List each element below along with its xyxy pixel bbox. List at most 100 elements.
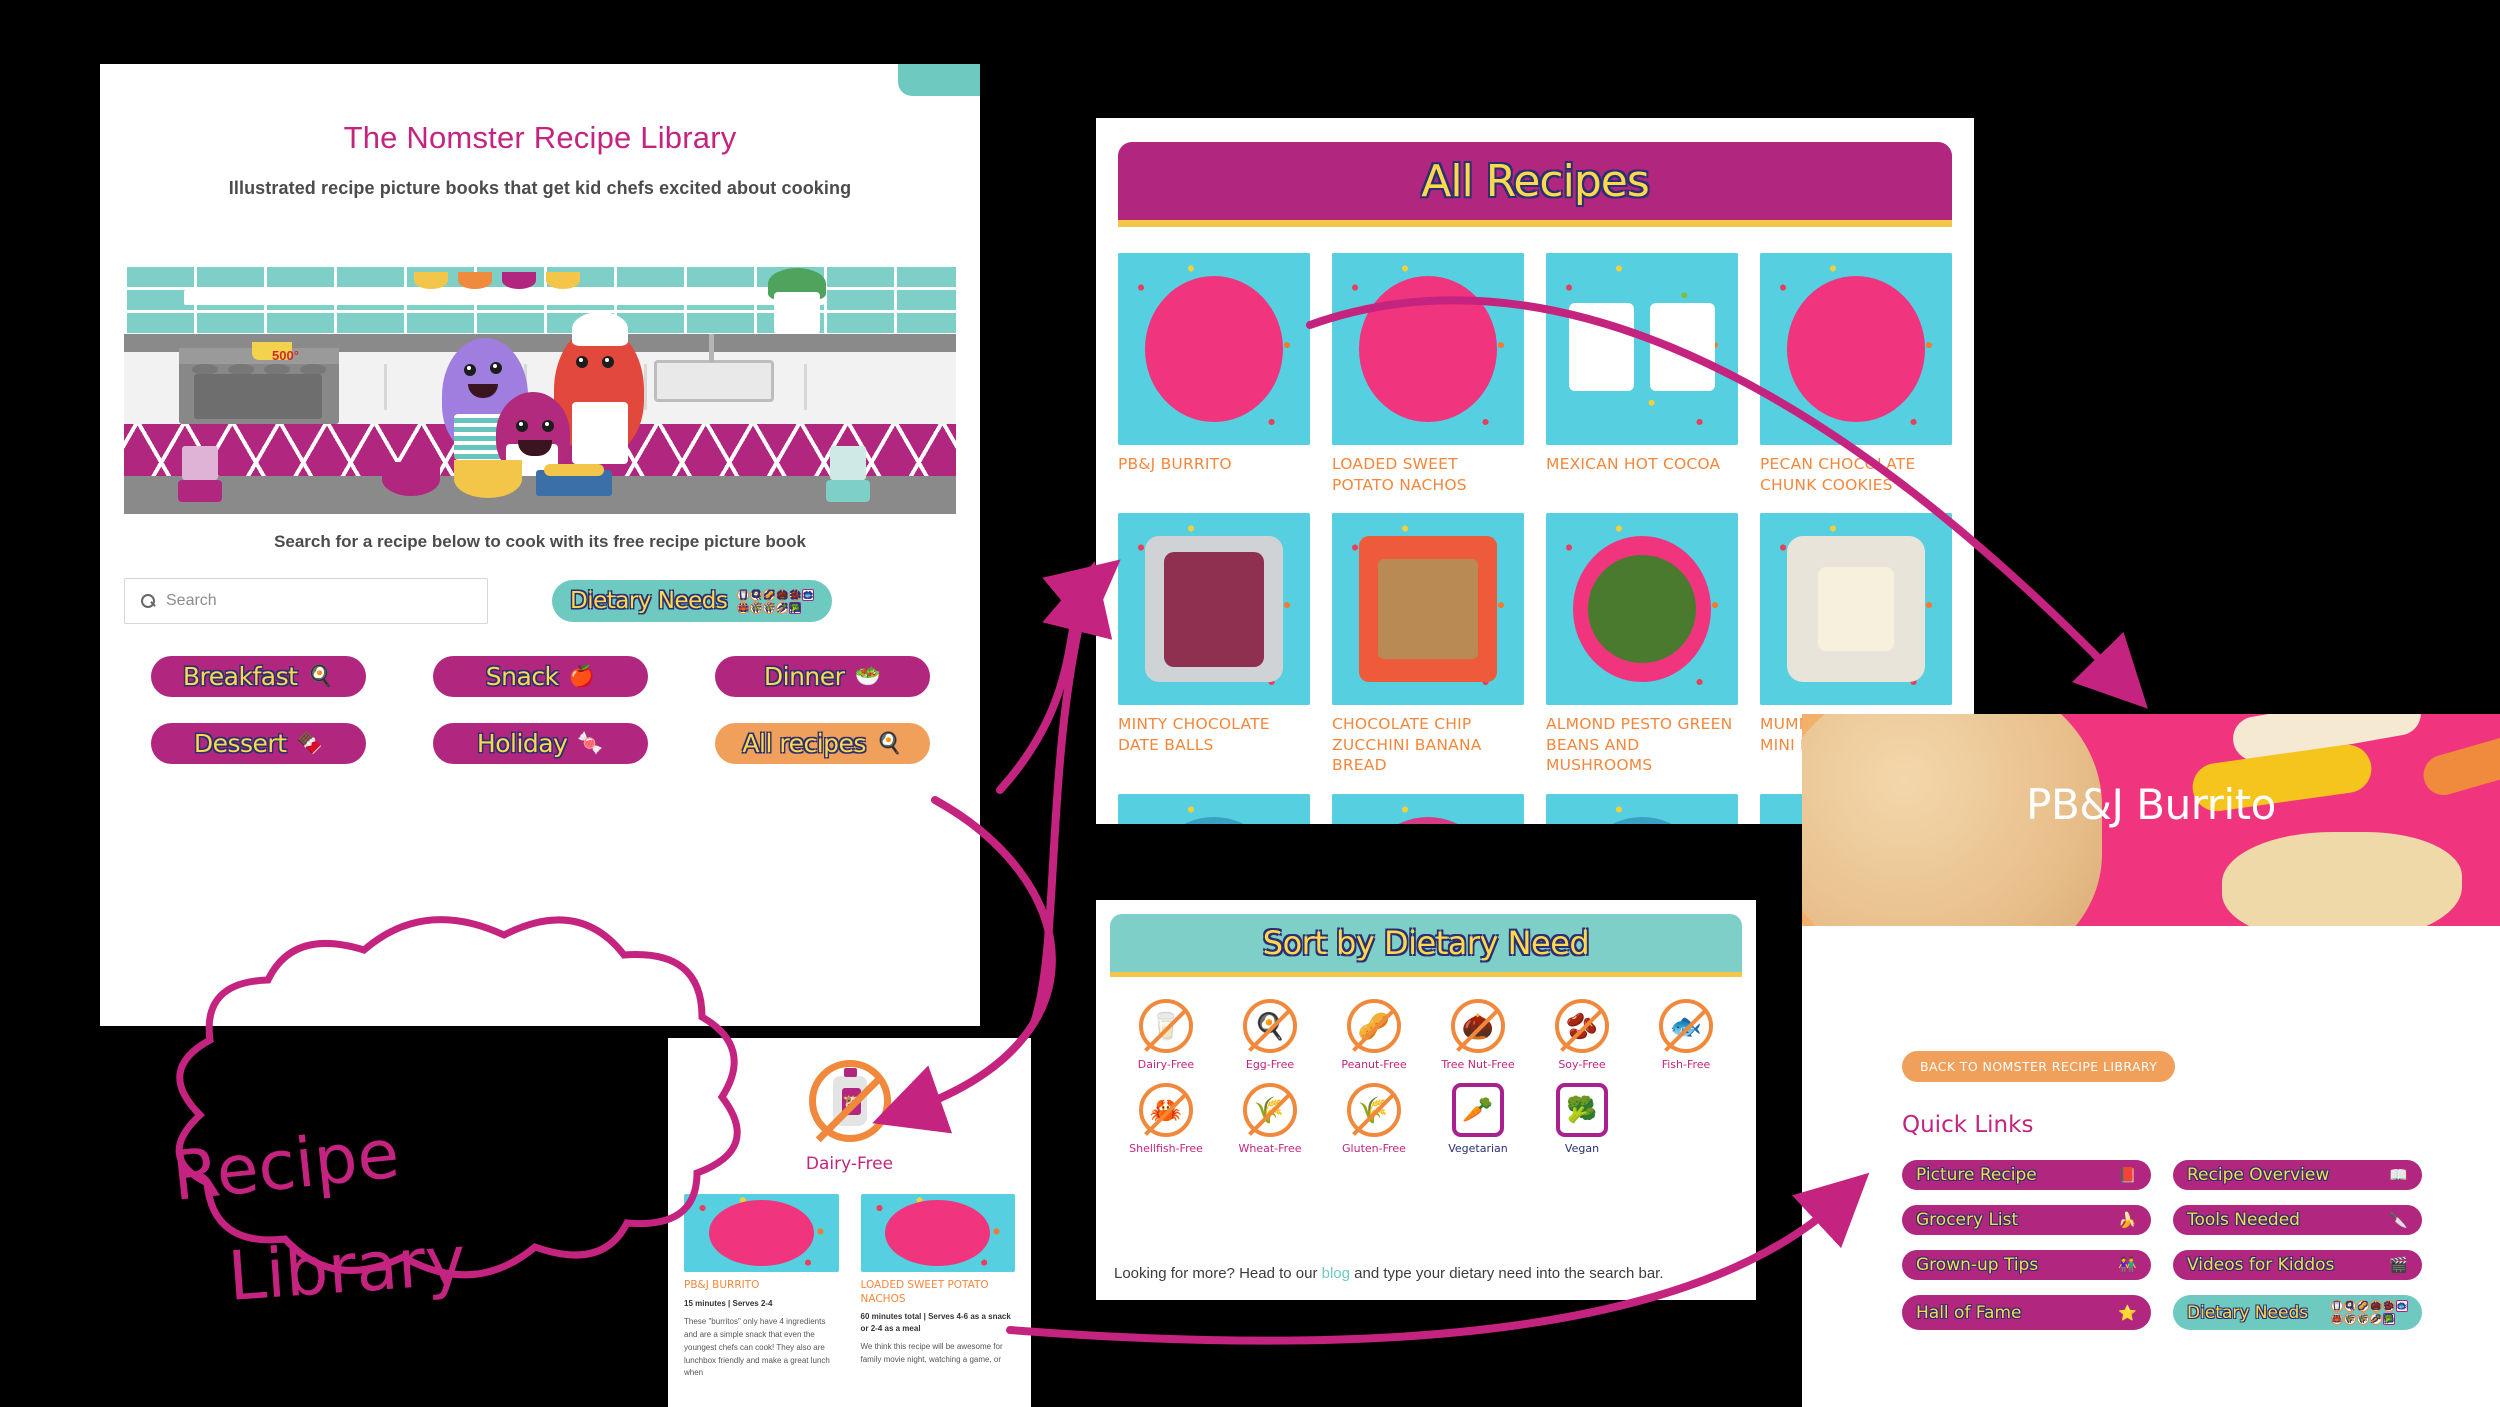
- quick-link-dietary-needs[interactable]: Dietary Needs 🥛 🍳 🥜 🌰 🫘 🐟 🦀 🌾 🌾 🥕 🥦: [2173, 1295, 2422, 1330]
- dietary-need-gluten-free[interactable]: 🌾 Gluten-Free: [1322, 1083, 1426, 1155]
- recipe-card[interactable]: [1546, 794, 1738, 824]
- category-label: Holiday: [476, 729, 568, 758]
- page-subtitle: Illustrated recipe picture books that ge…: [228, 178, 852, 198]
- quick-link-tools-needed[interactable]: Tools Needed 🔪: [2173, 1205, 2422, 1235]
- milk-jug-icon: 🐮: [832, 1068, 867, 1126]
- category-button-dessert[interactable]: Dessert 🍫: [150, 723, 366, 764]
- recipe-card[interactable]: LOADED SWEET POTATO NACHOS 60 minutes to…: [860, 1194, 1015, 1380]
- category-button-snack[interactable]: Snack 🍎: [432, 656, 648, 697]
- dietary-need-wheat-free[interactable]: 🌾 Wheat-Free: [1218, 1083, 1322, 1155]
- screenshot-root: The Nomster Recipe Library Illustrated r…: [0, 0, 2500, 1407]
- dietary-panel-footer: Looking for more? Head to our blog and t…: [1114, 1265, 1738, 1282]
- blog-link[interactable]: blog: [1322, 1265, 1350, 1282]
- quick-link-grocery-list[interactable]: Grocery List 🍌: [1902, 1205, 2151, 1235]
- recipe-meta: 60 minutes total | Serves 4-6 as a snack…: [860, 1312, 1011, 1333]
- dietary-need-label: Fish-Free: [1661, 1058, 1711, 1071]
- back-to-library-button[interactable]: BACK TO NOMSTER RECIPE LIBRARY: [1902, 1051, 2176, 1082]
- dietary-need-vegetarian[interactable]: 🥕 Vegetarian: [1426, 1083, 1530, 1155]
- recipe-card[interactable]: [1332, 794, 1524, 824]
- peanut-icon: 🥜: [1347, 999, 1401, 1053]
- category-label: Dinner: [763, 662, 845, 691]
- category-button-holiday[interactable]: Holiday 🍬: [432, 723, 648, 764]
- recipe-title: PB&J Burrito: [2026, 780, 2276, 829]
- all-recipes-header: All Recipes: [1118, 142, 1952, 220]
- recipe-detail-body: BACK TO NOMSTER RECIPE LIBRARY Quick Lin…: [1802, 926, 2500, 1407]
- dietary-need-label: Dairy-Free: [1137, 1058, 1195, 1071]
- dietary-need-shellfish-free[interactable]: 🦀 Shellfish-Free: [1114, 1083, 1218, 1155]
- recipe-card[interactable]: PB&J BURRITO 15 minutes | Serves 2-4 The…: [684, 1194, 839, 1380]
- apple-egg-icon: 🍳: [875, 731, 902, 755]
- dairy-free-title: Dairy-Free: [805, 1154, 894, 1174]
- library-top-tab[interactable]: [898, 64, 980, 96]
- category-button-breakfast[interactable]: Breakfast 🍳: [150, 656, 366, 697]
- kitchen-illustration: 500°: [124, 264, 956, 514]
- quick-link-label: Grocery List: [1916, 1210, 2019, 1230]
- recipe-hero-image: PB&J Burrito: [1802, 714, 2500, 926]
- quick-link-label: Hall of Fame: [1916, 1302, 2022, 1323]
- recipe-thumbnail: [860, 1194, 1015, 1272]
- fried-egg-icon: 🍳: [307, 664, 334, 688]
- recipe-card[interactable]: CHOCOLATE CHIP ZUCCHINI BANANA BREAD: [1332, 513, 1524, 776]
- knife-icon: 🔪: [2389, 1211, 2408, 1229]
- dietary-need-label: Shellfish-Free: [1129, 1142, 1203, 1155]
- recipe-name: PB&J BURRITO: [684, 1279, 760, 1291]
- category-button-all-recipes[interactable]: All recipes 🍳: [714, 723, 930, 764]
- dietary-need-vegan[interactable]: 🥦 Vegan: [1530, 1083, 1634, 1155]
- recipe-name: PB&J BURRITO: [1118, 455, 1232, 473]
- banana-icon: 🍌: [2118, 1211, 2137, 1229]
- quick-link-label: Recipe Overview: [2187, 1165, 2330, 1185]
- recipe-library-panel: The Nomster Recipe Library Illustrated r…: [100, 64, 980, 1026]
- recipe-card[interactable]: ALMOND PESTO GREEN BEANS AND MUSHROOMS: [1546, 513, 1738, 776]
- quick-link-label: Dietary Needs: [2187, 1302, 2309, 1323]
- dietary-need-tree-nut-free[interactable]: 🌰 Tree Nut-Free: [1426, 999, 1530, 1071]
- recipe-thumbnail: [1760, 513, 1952, 706]
- dietary-need-fish-free[interactable]: 🐟 Fish-Free: [1634, 999, 1738, 1071]
- recipe-thumbnail: [1546, 513, 1738, 706]
- recipe-card[interactable]: [1118, 794, 1310, 824]
- dairy-free-no-symbol-icon: 🐮: [808, 1060, 891, 1142]
- search-input[interactable]: [166, 592, 446, 610]
- category-button-dinner[interactable]: Dinner 🥗: [714, 656, 930, 697]
- quick-link-label: Picture Recipe: [1916, 1165, 2037, 1185]
- quick-link-videos-for-kiddos[interactable]: Videos for Kiddos 🎬: [2173, 1250, 2422, 1280]
- dietary-need-label: Egg-Free: [1245, 1058, 1295, 1071]
- recipe-card[interactable]: MINTY CHOCOLATE DATE BALLS: [1118, 513, 1310, 776]
- quick-link-grown-up-tips[interactable]: Grown-up Tips 👫: [1902, 1250, 2151, 1280]
- dietary-needs-button[interactable]: Dietary Needs 🥛 🍳 🥜 🌰 🫘 🐟 🦀 🌾 🌾 🥕 🥦: [552, 580, 833, 622]
- footer-text-before: Looking for more? Head to our: [1114, 1265, 1322, 1282]
- dairy-free-recipe-grid: PB&J BURRITO 15 minutes | Serves 2-4 The…: [684, 1194, 1015, 1380]
- picture-book-icon: 📕: [2118, 1166, 2137, 1184]
- bowl-berries: [382, 462, 440, 496]
- recipe-description: These "burritos" only have 4 ingredients…: [684, 1317, 830, 1378]
- wheat-icon: 🌾: [1347, 1083, 1401, 1137]
- quick-link-picture-recipe[interactable]: Picture Recipe 📕: [1902, 1160, 2151, 1190]
- recipe-thumbnail: [684, 1194, 839, 1272]
- salad-plate-icon: 🥗: [854, 664, 881, 688]
- recipe-card[interactable]: LOADED SWEET POTATO NACHOS: [1332, 253, 1524, 495]
- recipe-thumbnail: [1546, 253, 1738, 445]
- recipe-card[interactable]: MEXICAN HOT COCOA: [1546, 253, 1738, 495]
- dietary-need-dairy-free[interactable]: 🥛 Dairy-Free: [1114, 999, 1218, 1071]
- dietary-need-label: Soy-Free: [1558, 1058, 1606, 1071]
- dietary-need-peanut-free[interactable]: 🥜 Peanut-Free: [1322, 999, 1426, 1071]
- bowl-fruit: [454, 460, 522, 498]
- recipe-thumbnail: [1332, 794, 1524, 824]
- dietary-need-soy-free[interactable]: 🫘 Soy-Free: [1530, 999, 1634, 1071]
- recipe-thumbnail: [1760, 253, 1952, 445]
- quick-link-recipe-overview[interactable]: Recipe Overview 📖: [2173, 1160, 2422, 1190]
- category-button-grid: Breakfast 🍳 Snack 🍎 Dinner 🥗 Dessert 🍫 H…: [124, 656, 956, 764]
- search-icon: [141, 593, 156, 609]
- page-title: The Nomster Recipe Library: [343, 120, 737, 155]
- quick-link-label: Grown-up Tips: [1916, 1255, 2039, 1275]
- dietary-need-label: Gluten-Free: [1342, 1142, 1406, 1155]
- dietary-needs-label: Dietary Needs: [570, 588, 728, 614]
- dietary-need-egg-free[interactable]: 🍳 Egg-Free: [1218, 999, 1322, 1071]
- candy-cane-pumpkin-icon: 🍬: [577, 731, 604, 755]
- recipe-card[interactable]: PB&J BURRITO: [1118, 253, 1310, 495]
- recipe-card[interactable]: PECAN CHOCOLATE CHUNK COOKIES: [1760, 253, 1952, 495]
- search-box[interactable]: [124, 578, 488, 624]
- dietary-icons-strip: 🥛 🍳 🥜 🌰 🫘 🐟 🦀 🌾 🌾 🥕 🥦: [2331, 1300, 2408, 1325]
- quick-link-hall-of-fame[interactable]: Hall of Fame ⭐: [1902, 1295, 2151, 1330]
- dietary-needs-grid: 🥛 Dairy-Free 🍳 Egg-Free 🥜 Peanut-Free 🌰 …: [1114, 999, 1738, 1155]
- handwritten-annotation: Recipe: [169, 1115, 403, 1217]
